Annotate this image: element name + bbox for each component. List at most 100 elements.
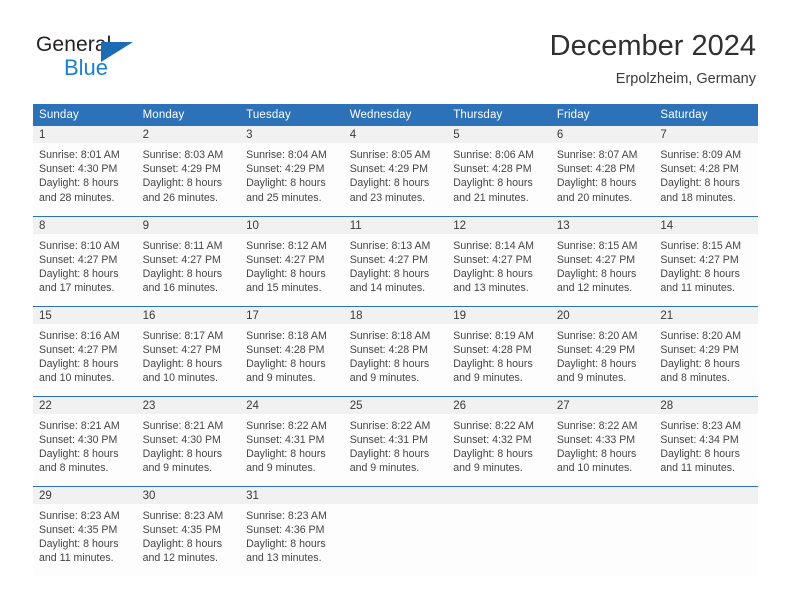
calendar-day-cell[interactable]: 20 Sunrise: 8:20 AM Sunset: 4:29 PM Dayligh… bbox=[550, 305, 655, 396]
day-details: Sunrise: 8:17 AM Sunset: 4:27 PM Daylight:… bbox=[137, 324, 241, 386]
day-details: Sunrise: 8:04 AM Sunset: 4:29 PM Daylight:… bbox=[240, 143, 344, 205]
daylight-duration-line2: and 10 minutes. bbox=[142, 372, 218, 385]
daylight-duration-line2: and 11 minutes. bbox=[660, 282, 735, 295]
calendar-day-cell[interactable]: 17 Sunrise: 8:18 AM Sunset: 4:28 PM Dayligh… bbox=[240, 305, 344, 396]
calendar-day-cell[interactable]: 12 Sunrise: 8:14 AM Sunset: 4:27 PM Dayligh… bbox=[447, 215, 551, 306]
sunset-time: Sunset: 4:32 PM bbox=[453, 433, 532, 446]
day-details: Sunrise: 8:16 AM Sunset: 4:27 PM Daylight:… bbox=[33, 324, 137, 386]
daylight-duration-line1: Daylight: 8 hours bbox=[39, 357, 119, 370]
calendar-day-cell[interactable]: 27 Sunrise: 8:22 AM Sunset: 4:33 PM Dayligh… bbox=[550, 395, 655, 486]
sunset-time: Sunset: 4:30 PM bbox=[142, 433, 221, 446]
sunset-time: Sunset: 4:29 PM bbox=[246, 163, 325, 176]
daylight-duration-line1: Daylight: 8 hours bbox=[556, 357, 637, 370]
sunset-time: Sunset: 4:27 PM bbox=[39, 343, 118, 356]
sunrise-time: Sunrise: 8:18 AM bbox=[246, 329, 327, 342]
daylight-duration-line2: and 9 minutes. bbox=[246, 372, 316, 385]
day-number: 7 bbox=[654, 126, 758, 143]
location-subtitle: Erpolzheim, Germany bbox=[615, 71, 756, 87]
day-number: 15 bbox=[33, 306, 137, 324]
day-details: Sunrise: 8:20 AM Sunset: 4:29 PM Daylight:… bbox=[551, 324, 655, 386]
daylight-duration-line2: and 9 minutes. bbox=[453, 372, 523, 385]
calendar-day-cell[interactable]: 23 Sunrise: 8:21 AM Sunset: 4:30 PM Dayligh… bbox=[136, 395, 241, 486]
calendar-page: General Blue December 2024 Erpolzheim, G… bbox=[0, 0, 792, 612]
daylight-duration-line1: Daylight: 8 hours bbox=[556, 177, 637, 190]
calendar-day-cell[interactable]: 5 Sunrise: 8:06 AM Sunset: 4:28 PM Daylight… bbox=[447, 126, 551, 216]
calendar-day-cell[interactable]: 16 Sunrise: 8:17 AM Sunset: 4:27 PM Dayligh… bbox=[136, 305, 241, 396]
calendar-day-cell[interactable]: 31 Sunrise: 8:23 AM Sunset: 4:36 PM Dayligh… bbox=[240, 485, 344, 576]
sunset-time: Sunset: 4:27 PM bbox=[142, 253, 221, 266]
calendar-day-cell[interactable]: 28 Sunrise: 8:23 AM Sunset: 4:34 PM Dayligh… bbox=[654, 395, 758, 486]
daylight-duration-line2: and 15 minutes. bbox=[246, 282, 322, 295]
day-details: Sunrise: 8:20 AM Sunset: 4:29 PM Daylight:… bbox=[654, 324, 758, 386]
day-number: 14 bbox=[654, 216, 758, 234]
sunset-time: Sunset: 4:35 PM bbox=[142, 523, 221, 536]
generalblue-logo[interactable]: General Blue bbox=[36, 33, 166, 85]
logo-text-blue: Blue bbox=[64, 55, 109, 80]
day-number: 17 bbox=[240, 306, 344, 324]
day-number: 30 bbox=[136, 486, 241, 504]
daylight-duration-line1: Daylight: 8 hours bbox=[246, 357, 326, 370]
daylight-duration-line1: Daylight: 8 hours bbox=[453, 267, 533, 280]
daylight-duration-line2: and 8 minutes. bbox=[39, 462, 109, 475]
daylight-duration-line1: Daylight: 8 hours bbox=[660, 267, 740, 280]
calendar-day-cell[interactable]: 26 Sunrise: 8:22 AM Sunset: 4:32 PM Dayligh… bbox=[447, 395, 551, 486]
day-details: Sunrise: 8:11 AM Sunset: 4:27 PM Daylight:… bbox=[137, 234, 241, 296]
calendar-day-cell-empty bbox=[343, 485, 448, 576]
daylight-duration-line1: Daylight: 8 hours bbox=[142, 447, 223, 460]
sunrise-time: Sunrise: 8:23 AM bbox=[246, 509, 327, 522]
day-number: 20 bbox=[550, 306, 655, 324]
calendar-day-cell[interactable]: 13 Sunrise: 8:15 AM Sunset: 4:27 PM Dayligh… bbox=[550, 215, 655, 306]
calendar-day-cell[interactable]: 6 Sunrise: 8:07 AM Sunset: 4:28 PM Daylight… bbox=[550, 126, 655, 216]
calendar-day-cell[interactable]: 22 Sunrise: 8:21 AM Sunset: 4:30 PM Dayligh… bbox=[33, 395, 137, 486]
day-number: 27 bbox=[550, 396, 655, 414]
sunrise-time: Sunrise: 8:14 AM bbox=[453, 239, 534, 252]
calendar-day-cell[interactable]: 7 Sunrise: 8:09 AM Sunset: 4:28 PM Daylight… bbox=[654, 126, 758, 216]
calendar-day-cell[interactable]: 18 Sunrise: 8:18 AM Sunset: 4:28 PM Dayligh… bbox=[343, 305, 448, 396]
calendar-day-cell[interactable]: 19 Sunrise: 8:19 AM Sunset: 4:28 PM Dayligh… bbox=[447, 305, 551, 396]
calendar-day-cell[interactable]: 8 Sunrise: 8:10 AM Sunset: 4:27 PM Daylight… bbox=[33, 215, 137, 306]
daylight-duration-line1: Daylight: 8 hours bbox=[39, 537, 119, 550]
calendar-day-cell[interactable]: 2 Sunrise: 8:03 AM Sunset: 4:29 PM Daylight… bbox=[136, 126, 241, 216]
day-number: 31 bbox=[240, 486, 344, 504]
calendar-day-cell[interactable]: 21 Sunrise: 8:20 AM Sunset: 4:29 PM Dayligh… bbox=[654, 305, 758, 396]
daylight-duration-line1: Daylight: 8 hours bbox=[660, 177, 740, 190]
day-number bbox=[447, 486, 551, 504]
calendar-day-cell[interactable]: 14 Sunrise: 8:15 AM Sunset: 4:27 PM Dayligh… bbox=[654, 215, 758, 306]
sunset-time: Sunset: 4:27 PM bbox=[660, 253, 739, 266]
sunset-time: Sunset: 4:31 PM bbox=[349, 433, 429, 446]
daylight-duration-line2: and 11 minutes. bbox=[660, 462, 735, 475]
sunrise-time: Sunrise: 8:15 AM bbox=[556, 239, 638, 252]
calendar-day-cell[interactable]: 24 Sunrise: 8:22 AM Sunset: 4:31 PM Dayligh… bbox=[240, 395, 344, 486]
day-details bbox=[447, 504, 551, 569]
calendar-day-cell[interactable]: 1 Sunrise: 8:01 AM Sunset: 4:30 PM Daylight… bbox=[33, 126, 137, 216]
day-number: 23 bbox=[136, 396, 241, 414]
daylight-duration-line2: and 11 minutes. bbox=[39, 552, 114, 565]
calendar-day-cell[interactable]: 3 Sunrise: 8:04 AM Sunset: 4:29 PM Daylight… bbox=[240, 126, 344, 216]
daylight-duration-line2: and 16 minutes. bbox=[142, 282, 218, 295]
sunset-time: Sunset: 4:36 PM bbox=[246, 523, 325, 536]
daylight-duration-line1: Daylight: 8 hours bbox=[39, 267, 119, 280]
calendar-day-cell[interactable]: 29 Sunrise: 8:23 AM Sunset: 4:35 PM Dayligh… bbox=[33, 485, 137, 576]
day-details: Sunrise: 8:18 AM Sunset: 4:28 PM Daylight:… bbox=[240, 324, 344, 386]
calendar-day-cell[interactable]: 10 Sunrise: 8:12 AM Sunset: 4:27 PM Dayligh… bbox=[240, 215, 344, 306]
calendar-day-cell[interactable]: 4 Sunrise: 8:05 AM Sunset: 4:29 PM Daylight… bbox=[343, 126, 448, 216]
sunrise-time: Sunrise: 8:19 AM bbox=[453, 329, 534, 342]
calendar-day-cell[interactable]: 30 Sunrise: 8:23 AM Sunset: 4:35 PM Dayligh… bbox=[136, 485, 241, 576]
calendar-day-cell[interactable]: 9 Sunrise: 8:11 AM Sunset: 4:27 PM Daylight… bbox=[136, 215, 241, 306]
day-number: 22 bbox=[33, 396, 137, 414]
day-number: 12 bbox=[447, 216, 551, 234]
sunrise-time: Sunrise: 8:13 AM bbox=[349, 239, 431, 252]
sunrise-time: Sunrise: 8:10 AM bbox=[39, 239, 120, 252]
sunrise-time: Sunrise: 8:23 AM bbox=[660, 419, 742, 432]
weekday-header-thursday: Thursday bbox=[447, 104, 551, 126]
daylight-duration-line2: and 8 minutes. bbox=[660, 372, 730, 385]
calendar-day-cell-empty bbox=[447, 485, 551, 576]
calendar-week-row: 29 Sunrise: 8:23 AM Sunset: 4:35 PM Dayligh… bbox=[33, 485, 758, 576]
sunset-time: Sunset: 4:33 PM bbox=[556, 433, 636, 446]
day-number: 24 bbox=[240, 396, 344, 414]
sunrise-time: Sunrise: 8:22 AM bbox=[246, 419, 327, 432]
daylight-duration-line2: and 17 minutes. bbox=[39, 282, 115, 295]
calendar-day-cell[interactable]: 15 Sunrise: 8:16 AM Sunset: 4:27 PM Dayligh… bbox=[33, 305, 137, 396]
calendar-day-cell[interactable]: 11 Sunrise: 8:13 AM Sunset: 4:27 PM Dayligh… bbox=[343, 215, 448, 306]
calendar-day-cell[interactable]: 25 Sunrise: 8:22 AM Sunset: 4:31 PM Dayligh… bbox=[343, 395, 448, 486]
